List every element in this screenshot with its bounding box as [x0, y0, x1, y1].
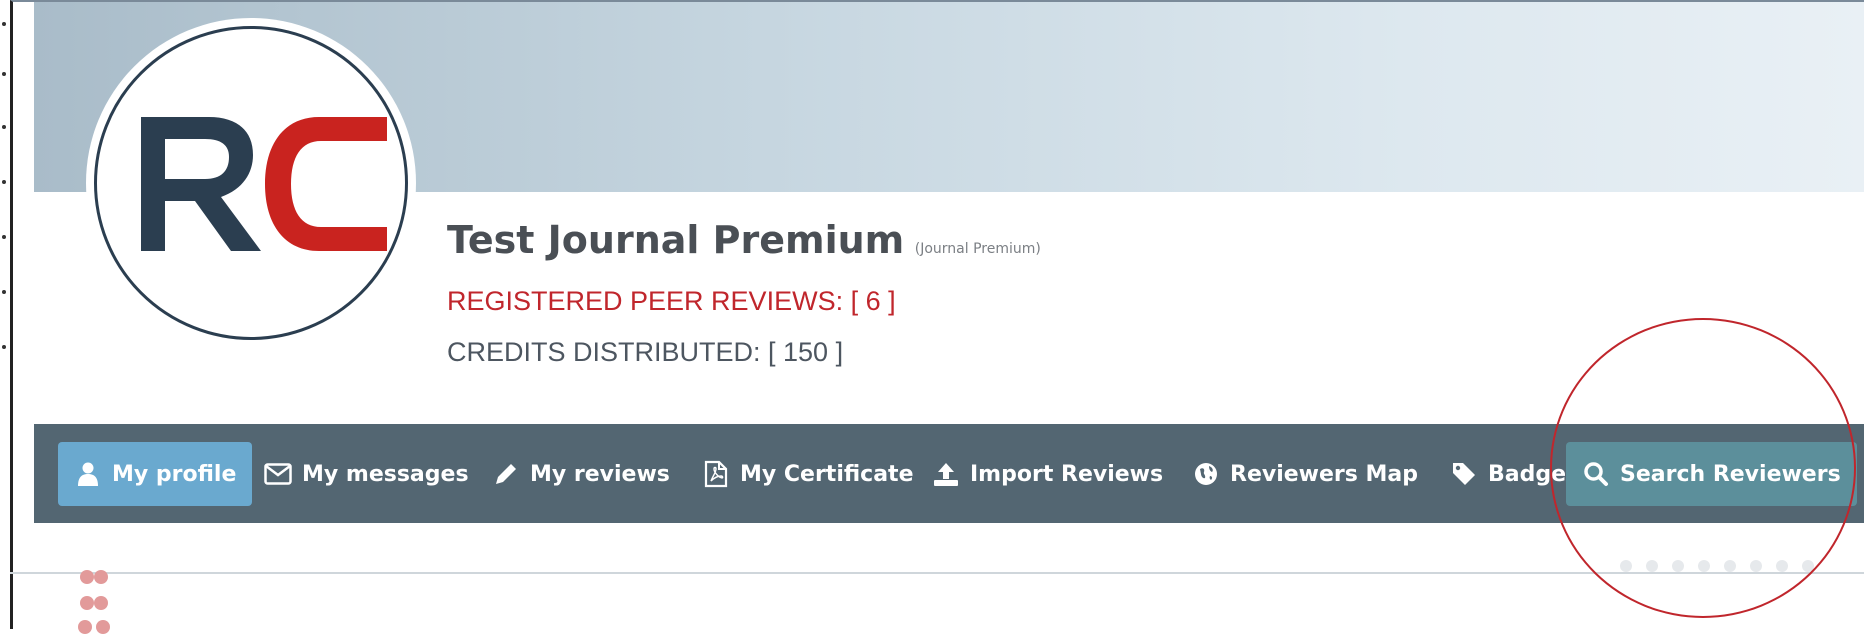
nav-label: Reviewers Map [1230, 461, 1418, 487]
annotation-circle [1550, 318, 1856, 618]
nav-label: Import Reviews [970, 461, 1164, 487]
envelope-icon [264, 460, 292, 488]
nav-reviewers-map[interactable]: Reviewers Map [1176, 442, 1434, 506]
pdf-file-icon [702, 460, 730, 488]
upload-icon [932, 460, 960, 488]
left-edge-dots [0, 0, 10, 629]
globe-icon [1192, 460, 1220, 488]
pencil-icon [492, 460, 520, 488]
nav-my-profile[interactable]: My profile [58, 442, 253, 506]
tag-icon [1450, 460, 1478, 488]
nav-label: My Certificate [740, 461, 914, 487]
nav-my-messages[interactable]: My messages [248, 442, 485, 506]
profile-heading: Test Journal Premium (Journal Premium) [447, 218, 1041, 262]
rc-logo-icon [141, 117, 387, 251]
nav-import-reviews[interactable]: Import Reviews [916, 442, 1179, 506]
journal-name: Test Journal Premium [447, 218, 905, 262]
nav-my-reviews[interactable]: My reviews [476, 442, 686, 506]
content-divider [10, 572, 1864, 574]
account-type: (Journal Premium) [914, 241, 1041, 257]
nav-label: My messages [302, 461, 469, 487]
user-icon [74, 460, 102, 488]
nav-label: My profile [112, 461, 237, 487]
registered-peer-reviews: REGISTERED PEER REVIEWS: [ 6 ] [447, 286, 896, 316]
journal-logo [94, 26, 408, 340]
nav-my-certificate[interactable]: My Certificate [686, 442, 930, 506]
credits-distributed: CREDITS DISTRIBUTED: [ 150 ] [447, 337, 844, 367]
nav-label: My reviews [530, 461, 670, 487]
